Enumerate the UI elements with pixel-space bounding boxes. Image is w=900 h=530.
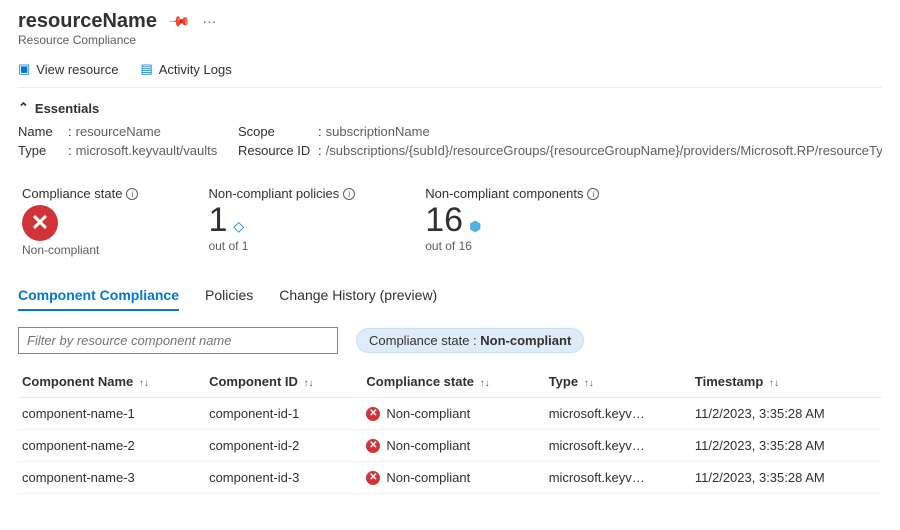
policy-icon: ◇ [233, 218, 244, 235]
cell-compliance-state: ✕Non-compliant [362, 430, 544, 462]
cell-type: microsoft.keyv… [545, 430, 691, 462]
col-component-name[interactable]: Component Name ↑↓ [18, 366, 205, 398]
noncompliant-components-label: Non-compliant components [425, 186, 583, 201]
col-compliance-state[interactable]: Compliance state ↑↓ [362, 366, 544, 398]
compliance-state-value: Non-compliant [22, 243, 138, 257]
col-component-id[interactable]: Component ID ↑↓ [205, 366, 362, 398]
noncompliant-components-value: 16 [425, 203, 463, 237]
tab-policies[interactable]: Policies [205, 287, 253, 311]
resourceid-value: /subscriptions/{subId}/resourceGroups/{r… [326, 143, 882, 158]
name-label: Name [18, 124, 68, 139]
noncompliant-policies-sub: out of 1 [208, 239, 355, 253]
sort-icon: ↑↓ [304, 378, 314, 389]
pill-label: Compliance state : [369, 333, 480, 348]
chevron-up-icon: ⌃ [18, 100, 29, 116]
noncompliant-badge-icon: ✕ [22, 205, 58, 241]
noncompliant-policies-label: Non-compliant policies [208, 186, 339, 201]
noncompliant-policies-stat: Non-compliant policies i 1 ◇ out of 1 [208, 186, 355, 257]
tab-component-compliance[interactable]: Component Compliance [18, 287, 179, 311]
noncompliant-icon: ✕ [366, 471, 380, 485]
col-timestamp[interactable]: Timestamp ↑↓ [691, 366, 882, 398]
compliance-state-label: Compliance state [22, 186, 122, 201]
essentials-label: Essentials [35, 101, 99, 116]
compliance-state-filter-pill[interactable]: Compliance state : Non-compliant [356, 328, 584, 353]
col-type[interactable]: Type ↑↓ [545, 366, 691, 398]
compliance-state-stat: Compliance state i ✕ Non-compliant [22, 186, 138, 257]
cube-icon: ▣ [18, 61, 30, 77]
cell-component-id: component-id-2 [205, 430, 362, 462]
sort-icon: ↑↓ [139, 378, 149, 389]
log-icon: ▤ [140, 61, 152, 77]
noncompliant-icon: ✕ [366, 407, 380, 421]
components-table: Component Name ↑↓ Component ID ↑↓ Compli… [18, 366, 882, 494]
info-icon[interactable]: i [587, 188, 599, 200]
cell-component-id: component-id-3 [205, 462, 362, 494]
pin-icon[interactable]: 📌 [168, 9, 192, 33]
noncompliant-icon: ✕ [366, 439, 380, 453]
view-resource-link[interactable]: ▣ View resource [18, 61, 118, 77]
type-value: microsoft.keyvault/vaults [76, 143, 218, 158]
essentials-toggle[interactable]: ⌃ Essentials [18, 100, 882, 116]
sort-icon: ↑↓ [584, 378, 594, 389]
type-label: Type [18, 143, 68, 158]
cell-component-name: component-name-1 [18, 398, 205, 430]
scope-label: Scope [238, 124, 318, 139]
cell-timestamp: 11/2/2023, 3:35:28 AM [691, 430, 882, 462]
more-icon[interactable]: ··· [202, 13, 216, 29]
noncompliant-policies-value: 1 [208, 203, 227, 237]
noncompliant-components-sub: out of 16 [425, 239, 599, 253]
cell-type: microsoft.keyv… [545, 462, 691, 494]
info-icon[interactable]: i [343, 188, 355, 200]
sort-icon: ↑↓ [769, 378, 779, 389]
activity-logs-link[interactable]: ▤ Activity Logs [140, 61, 231, 77]
cell-timestamp: 11/2/2023, 3:35:28 AM [691, 462, 882, 494]
cell-compliance-state: ✕Non-compliant [362, 462, 544, 494]
info-icon[interactable]: i [126, 188, 138, 200]
cell-compliance-state: ✕Non-compliant [362, 398, 544, 430]
table-row[interactable]: component-name-2component-id-2✕Non-compl… [18, 430, 882, 462]
scope-value: subscriptionName [326, 124, 430, 139]
resourceid-label: Resource ID [238, 143, 318, 158]
sort-icon: ↑↓ [480, 378, 490, 389]
name-value: resourceName [76, 124, 161, 139]
cell-component-name: component-name-2 [18, 430, 205, 462]
pill-value: Non-compliant [480, 333, 571, 348]
cell-type: microsoft.keyv… [545, 398, 691, 430]
cube-icon: ⬢ [469, 218, 481, 235]
page-title: resourceName [18, 10, 157, 32]
page-subtitle: Resource Compliance [18, 33, 882, 47]
tab-change-history[interactable]: Change History (preview) [279, 287, 437, 311]
cell-timestamp: 11/2/2023, 3:35:28 AM [691, 398, 882, 430]
cell-component-name: component-name-3 [18, 462, 205, 494]
table-row[interactable]: component-name-3component-id-3✕Non-compl… [18, 462, 882, 494]
view-resource-label: View resource [36, 62, 118, 77]
filter-input[interactable] [18, 327, 338, 354]
activity-logs-label: Activity Logs [159, 62, 232, 77]
cell-component-id: component-id-1 [205, 398, 362, 430]
table-row[interactable]: component-name-1component-id-1✕Non-compl… [18, 398, 882, 430]
noncompliant-components-stat: Non-compliant components i 16 ⬢ out of 1… [425, 186, 599, 257]
